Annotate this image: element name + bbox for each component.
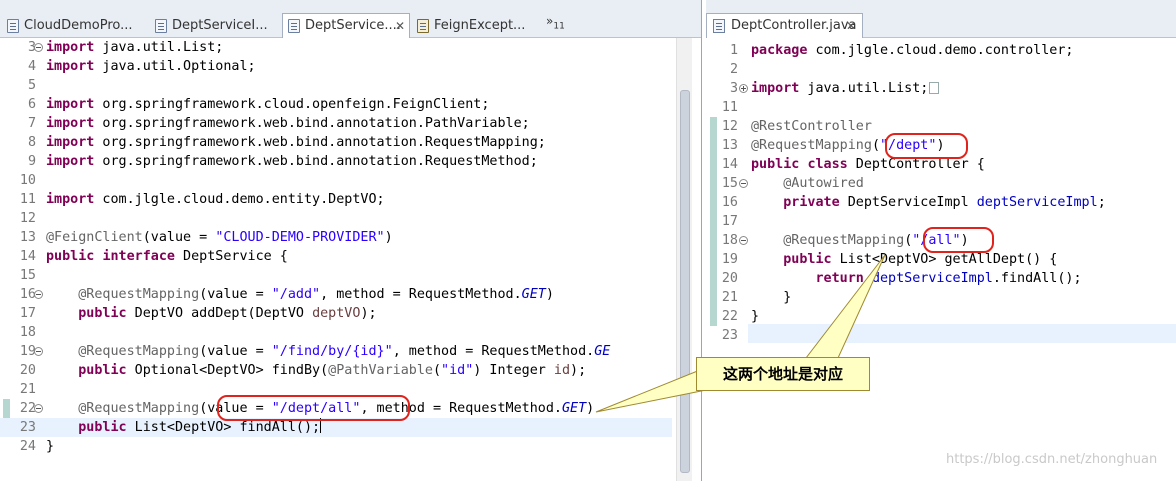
watermark: https://blog.csdn.net/zhonghuan: [946, 452, 1158, 467]
callout-pointers: [595, 254, 886, 413]
annotation-callout: 这两个地址是对应: [696, 357, 870, 391]
